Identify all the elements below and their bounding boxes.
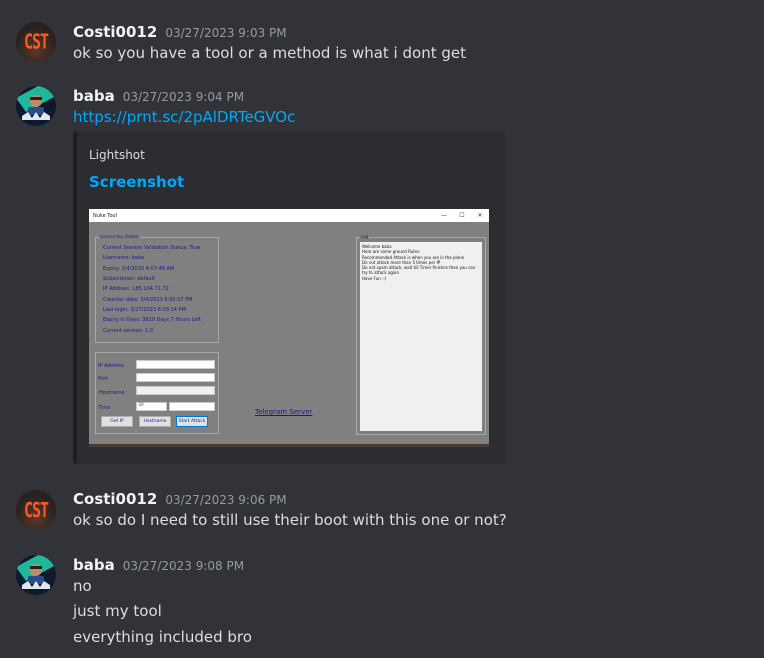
license-line: Expiry: 3/4/2033 4:07:46 AM: [103, 266, 175, 272]
message-text: ok so you have a tool or a method is wha…: [73, 44, 466, 62]
username[interactable]: Costi0012: [73, 23, 157, 41]
ip-input[interactable]: [136, 360, 215, 369]
log-group: Log Welcome baba Here are some ground Ru…: [356, 234, 486, 435]
avatar-character-icon: [16, 86, 56, 120]
time-label: Time: [98, 405, 111, 411]
minimize-icon: —: [441, 212, 447, 219]
license-line: Username: baba: [103, 255, 145, 261]
window-title: Nuke Tool: [93, 212, 118, 219]
embed-provider[interactable]: Lightshot: [89, 148, 145, 162]
avatar[interactable]: CST: [16, 490, 56, 530]
message: CST Costi0012 03/27/2023 9:06 PM ok so d…: [0, 480, 764, 540]
window-titlebar: Nuke Tool — ☐ ✕: [89, 209, 489, 222]
attack-group: IP Address Port Hostname Time 30 Get IP …: [95, 352, 219, 434]
license-line: Current Session Validation Status: True: [103, 245, 201, 251]
avatar[interactable]: [16, 555, 56, 595]
message-text: just my tool: [73, 602, 162, 620]
username[interactable]: baba: [73, 87, 115, 105]
timestamp[interactable]: 03/27/2023 9:08 PM: [123, 559, 244, 573]
log-textbox[interactable]: Welcome baba Here are some ground Rules:…: [360, 242, 482, 431]
start-attack-button[interactable]: Start Attack: [176, 416, 208, 427]
username[interactable]: baba: [73, 556, 115, 574]
port-label: Port: [98, 376, 108, 382]
message-text: no: [73, 577, 92, 595]
port-input[interactable]: [136, 373, 215, 382]
embed-screenshot-image[interactable]: Nuke Tool — ☐ ✕ License Key Details Curr…: [89, 209, 489, 447]
hostname-button[interactable]: Hostname: [139, 416, 171, 427]
tool-window: Nuke Tool — ☐ ✕ License Key Details Curr…: [89, 209, 489, 444]
hostname-label: Hostname: [99, 390, 125, 396]
license-line: Current version: 1.0: [103, 328, 153, 334]
username[interactable]: Costi0012: [73, 490, 157, 508]
license-line: Creation date: 3/4/2023 6:00:07 PM: [103, 297, 193, 303]
message: baba 03/27/2023 9:08 PM no just my tool …: [0, 545, 764, 658]
license-line: Expiry in Days: 3629 Days 7 Hours Left: [103, 317, 201, 323]
time-value: 30: [138, 403, 144, 408]
avatar-logo-text: CST: [23, 497, 49, 523]
maximize-icon: ☐: [459, 212, 465, 219]
message-link[interactable]: https://prnt.sc/2pAlDRTeGVOc: [73, 108, 295, 126]
link-embed: Lightshot Screenshot Nuke Tool — ☐ ✕ Lic…: [73, 131, 505, 464]
timestamp[interactable]: 03/27/2023 9:03 PM: [165, 26, 286, 40]
timestamp[interactable]: 03/27/2023 9:06 PM: [165, 493, 286, 507]
get-ip-button[interactable]: Get IP: [101, 416, 133, 427]
hostname-input[interactable]: [136, 386, 215, 395]
embed-title[interactable]: Screenshot: [89, 173, 184, 191]
ip-label: IP Address: [98, 363, 124, 369]
group-label: License Key Details: [99, 234, 140, 239]
message-text: ok so do I need to still use their boot …: [73, 511, 507, 529]
group-label: Log: [360, 234, 370, 239]
license-line: Subscription: default: [103, 276, 155, 282]
avatar[interactable]: [16, 86, 56, 126]
message-text: everything included bro: [73, 628, 252, 646]
license-line: Last login: 3/27/2023 6:03:14 PM: [103, 307, 186, 313]
message: CST Costi0012 03/27/2023 9:03 PM ok so y…: [0, 0, 764, 70]
time-stepper[interactable]: 30: [136, 402, 167, 411]
avatar-logo-text: CST: [23, 29, 49, 55]
method-dropdown[interactable]: [169, 402, 215, 411]
close-icon: ✕: [477, 212, 483, 219]
license-line: IP Address: 185.104.71.72: [103, 286, 169, 292]
avatar[interactable]: CST: [16, 22, 56, 62]
license-group: License Key Details Current Session Vali…: [95, 234, 219, 343]
timestamp[interactable]: 03/27/2023 9:04 PM: [123, 90, 244, 104]
telegram-server-link[interactable]: Telegram Server: [255, 408, 312, 416]
avatar-character-icon: [16, 555, 56, 589]
